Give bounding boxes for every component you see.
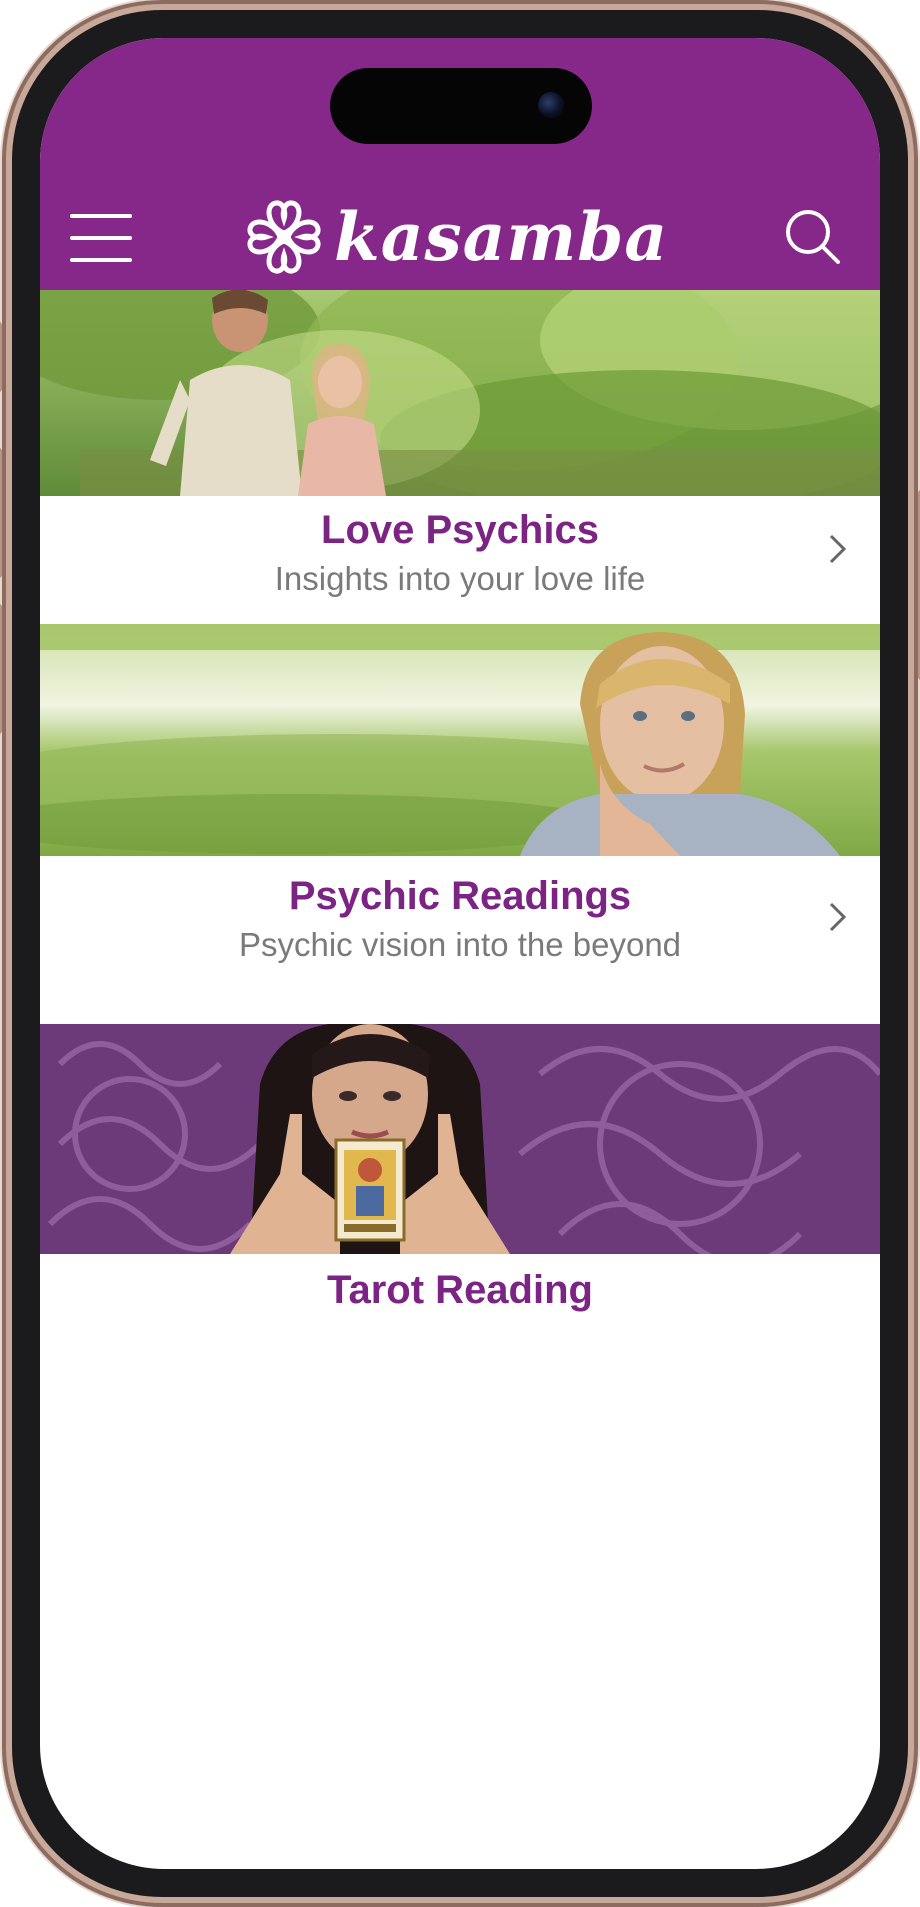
tarot-reading-banner-image (40, 1024, 880, 1254)
menu-button[interactable] (70, 212, 134, 266)
screen: kasamba Love Psychics Insights into your… (40, 38, 880, 1869)
love-psychics-banner-image (40, 290, 880, 496)
search-button[interactable] (782, 206, 844, 268)
category-card-tarot-reading[interactable]: Tarot Reading (40, 1024, 880, 1324)
category-card-love-psychics[interactable]: Love Psychics Insights into your love li… (40, 290, 880, 597)
app-header: kasamba (40, 188, 880, 290)
phone-frame: kasamba Love Psychics Insights into your… (0, 10, 920, 1897)
chevron-right-icon (829, 534, 847, 564)
chevron-right-icon (829, 902, 847, 932)
psychic-readings-banner-image (40, 624, 880, 856)
dynamic-island (330, 68, 592, 144)
volume-down-button (0, 604, 2, 734)
front-camera (538, 92, 564, 118)
psychic-readings-title: Psychic Readings (288, 874, 632, 918)
category-card-psychic-readings[interactable]: Psychic Readings Psychic vision into the… (40, 624, 880, 1024)
action-button (0, 322, 2, 392)
volume-up-button (0, 448, 2, 578)
brand-logo[interactable]: kasamba (244, 194, 674, 280)
tarot-reading-title: Tarot Reading (327, 1268, 593, 1312)
status-bar (40, 38, 880, 188)
psychic-readings-subtitle: Psychic vision into the beyond (238, 926, 682, 963)
search-icon (786, 210, 840, 264)
kasamba-flower-logo-icon (247, 200, 321, 274)
love-psychics-subtitle: Insights into your love life (274, 560, 646, 597)
love-psychics-title: Love Psychics (321, 508, 599, 552)
brand-name: kasamba (334, 198, 669, 276)
